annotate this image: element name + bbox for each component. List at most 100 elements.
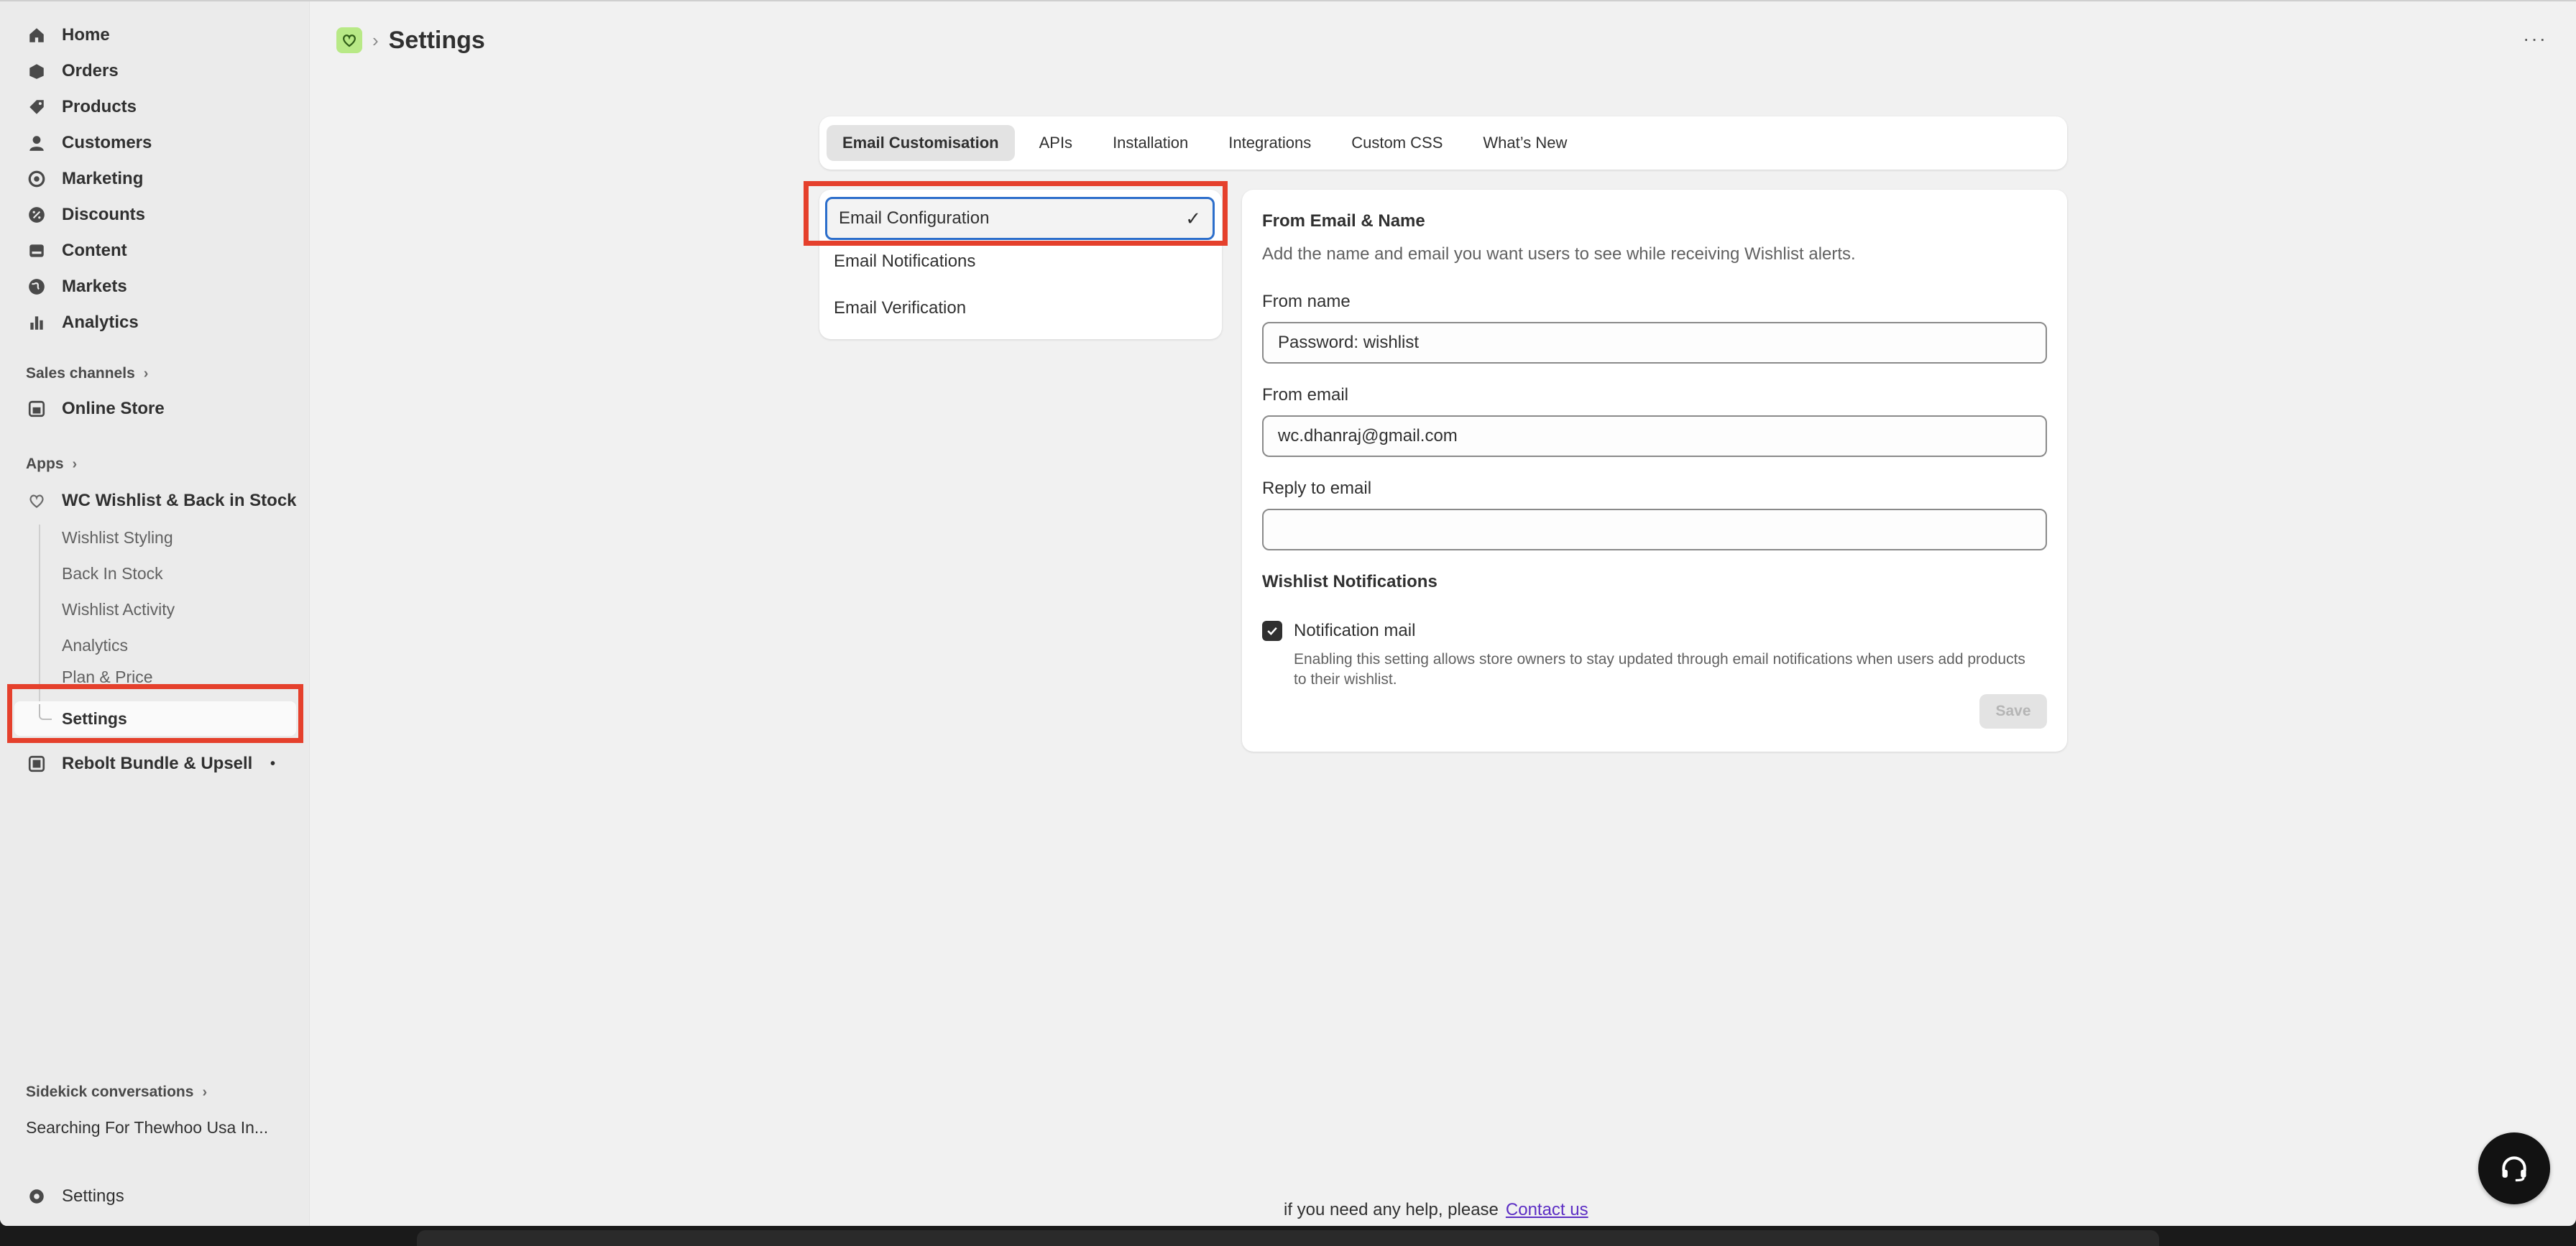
home-icon [26,24,47,46]
from-name-label: From name [1262,292,1351,311]
app-grid-icon [26,753,47,775]
menu-email-notifications[interactable]: Email Notifications [834,251,975,272]
nav-discounts-label: Discounts [62,205,146,224]
discount-icon [26,204,47,226]
notification-help-text: Enabling this setting allows store owner… [1294,651,2025,688]
chevron-right-icon: › [202,1084,208,1100]
section-heading: From Email & Name [1262,211,1425,231]
chevron-right-icon: › [72,456,78,472]
sidebar-item-settings[interactable]: Settings [62,704,127,733]
tree-branch [39,704,52,720]
nav-discounts[interactable]: Discounts [26,198,145,231]
help-footer: if you need any help, please Contact us [1284,1200,1588,1220]
globe-icon [26,276,47,297]
app-logo-icon[interactable] [336,27,362,53]
menu-email-configuration-label: Email Configuration [839,208,990,228]
page-title: Settings [388,26,485,54]
notifications-heading: Wishlist Notifications [1262,572,1438,591]
checkmark-icon: ✓ [1185,207,1201,229]
sidebar-item-settings-row[interactable] [14,701,296,736]
sidebar-item-plan-price[interactable]: Plan & Price [62,667,153,687]
sidebar-item-analytics[interactable]: Analytics [62,631,128,660]
nav-bottom-settings[interactable]: Settings [26,1180,124,1213]
tab-email-customisation[interactable]: Email Customisation [827,125,1015,161]
reply-email-label: Reply to email [1262,479,1372,498]
person-icon [26,132,47,154]
nav-analytics-label: Analytics [62,313,139,332]
nav-marketing-label: Marketing [62,169,144,188]
gear-icon [26,1186,47,1207]
tree-line [39,525,40,719]
pinned-dot: • [270,755,276,772]
apps-label: Apps [26,456,64,472]
from-name-input[interactable]: Password: wishlist [1262,322,2047,364]
nav-wc-wishlist-app[interactable]: WC Wishlist & Back in Stock [26,484,297,517]
nav-customers-label: Customers [62,133,152,152]
breadcrumb-separator: › [372,29,379,51]
sidebar-item-wishlist-activity[interactable]: Wishlist Activity [62,595,175,624]
nav-content-label: Content [62,241,127,260]
app-window: Home Orders Products Customers Marketing… [0,0,2576,1226]
rebolt-label: Rebolt Bundle & Upsell [62,754,253,773]
checkmark-icon [1267,627,1277,635]
nav-content[interactable]: Content [26,234,127,267]
nav-orders-label: Orders [62,61,119,80]
tag-icon [26,96,47,118]
headset-icon [2502,1156,2526,1182]
online-store-label: Online Store [62,399,165,418]
tab-whats-new[interactable]: What’s New [1467,125,1583,161]
contact-us-link[interactable]: Contact us [1506,1200,1588,1219]
os-dock [417,1230,2159,1246]
sidekick-conversation-item[interactable]: Searching For Thewhoo Usa In... [26,1118,268,1137]
tabs-bar: Email Customisation APIs Installation In… [819,116,2067,170]
reply-email-input[interactable] [1262,509,2047,550]
content-icon [26,240,47,262]
bar-chart-icon [26,312,47,333]
nav-markets-label: Markets [62,277,127,296]
save-button[interactable]: Save [1979,694,2047,729]
email-settings-menu: Email Configuration ✓ Email Notification… [819,190,1222,339]
nav-markets[interactable]: Markets [26,270,127,303]
store-icon [26,398,47,420]
help-text: if you need any help, please [1284,1200,1499,1219]
nav-home[interactable]: Home [26,19,110,52]
sidekick-header[interactable]: Sidekick conversations › [26,1079,207,1105]
nav-products-label: Products [62,97,137,116]
heart-app-icon [26,490,47,512]
sidekick-label: Sidekick conversations [26,1084,194,1100]
support-chat-button[interactable] [2478,1132,2550,1204]
notification-mail-checkbox[interactable] [1262,621,1282,641]
orders-icon [26,60,47,82]
sidebar-item-wishlist-styling[interactable]: Wishlist Styling [62,523,173,552]
nav-rebolt-app[interactable]: Rebolt Bundle & Upsell • [26,747,275,780]
tab-apis[interactable]: APIs [1024,125,1088,161]
nav-online-store[interactable]: Online Store [26,392,165,425]
sidebar-item-back-in-stock[interactable]: Back In Stock [62,559,163,588]
breadcrumb: › Settings [336,24,485,56]
nav-products[interactable]: Products [26,91,137,124]
app-name-label: WC Wishlist & Back in Stock [62,491,297,510]
tab-installation[interactable]: Installation [1097,125,1204,161]
tab-custom-css[interactable]: Custom CSS [1335,125,1458,161]
target-icon [26,168,47,190]
from-email-label: From email [1262,385,1349,405]
sidebar: Home Orders Products Customers Marketing… [0,1,310,1226]
sales-channels-label: Sales channels [26,365,135,382]
more-actions-icon[interactable]: ··· [2523,27,2547,50]
nav-marketing[interactable]: Marketing [26,162,143,195]
sales-channels-header[interactable]: Sales channels › [26,361,148,387]
nav-analytics[interactable]: Analytics [26,306,139,339]
menu-email-verification[interactable]: Email Verification [834,298,966,318]
nav-home-label: Home [62,25,110,45]
chevron-right-icon: › [143,365,149,382]
bottom-settings-label: Settings [62,1186,124,1206]
nav-customers[interactable]: Customers [26,126,152,160]
menu-email-configuration[interactable]: Email Configuration ✓ [825,197,1215,240]
email-config-form: From Email & Name Add the name and email… [1242,190,2067,752]
section-description: Add the name and email you want users to… [1262,244,1856,264]
notification-mail-label: Notification mail [1294,621,1416,640]
nav-orders[interactable]: Orders [26,55,119,88]
apps-header[interactable]: Apps › [26,451,77,477]
from-email-input[interactable]: wc.dhanraj@gmail.com [1262,415,2047,457]
tab-integrations[interactable]: Integrations [1213,125,1327,161]
